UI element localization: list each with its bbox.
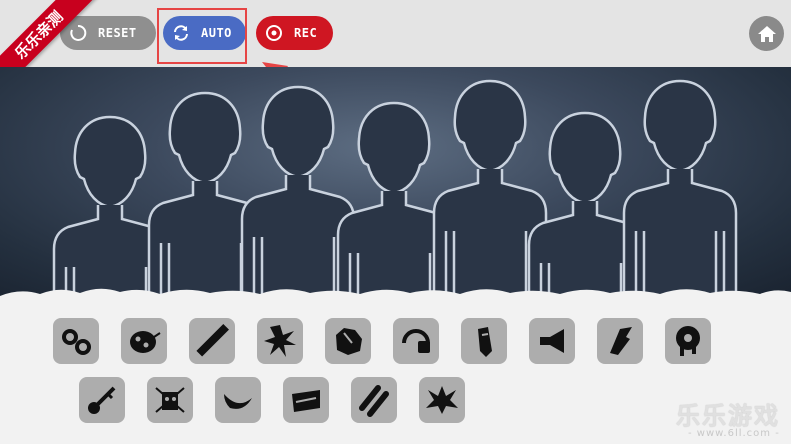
sound-pad-8[interactable]: [529, 318, 575, 364]
rock-icon: [336, 328, 362, 355]
eye-drip-icon: [676, 326, 700, 356]
snow-edge: [0, 288, 791, 302]
sound-pad-14[interactable]: [283, 377, 329, 423]
tape-icon: [292, 390, 320, 412]
sound-pad-3[interactable]: [189, 318, 235, 364]
watermark-logo: 乐乐游戏: [676, 402, 780, 430]
sound-pad-2[interactable]: [121, 318, 167, 364]
sound-pad-12[interactable]: [147, 377, 193, 423]
watermark-url: - www.6ll.com -: [688, 428, 780, 439]
home-button[interactable]: [749, 16, 784, 51]
baton-icon: [196, 324, 229, 357]
glitch-icon: [610, 327, 632, 355]
pen-icon: [478, 327, 492, 357]
ladybug-icon: [130, 331, 161, 353]
leaf-icon: [224, 394, 252, 409]
goggles-icon: [62, 329, 91, 355]
sound-pad-13[interactable]: [215, 377, 261, 423]
sound-pad-11[interactable]: [79, 377, 125, 423]
sound-pad-4[interactable]: [257, 318, 303, 364]
sound-pad-9[interactable]: [597, 318, 643, 364]
sound-pad-6[interactable]: [393, 318, 439, 364]
key-icon: [88, 386, 116, 414]
spiky-icon: [426, 386, 458, 414]
headphone-icon: [402, 329, 430, 353]
sound-pad-15[interactable]: [351, 377, 397, 423]
sound-pad-5[interactable]: [325, 318, 371, 364]
splash-icon: [264, 325, 296, 357]
sound-pad-10[interactable]: [665, 318, 711, 364]
double-stripe-icon: [359, 385, 389, 417]
sound-pad-7[interactable]: [461, 318, 507, 364]
sound-pad-16[interactable]: [419, 377, 465, 423]
sound-pad-1[interactable]: [53, 318, 99, 364]
home-icon: [757, 25, 776, 42]
character-stage: [0, 67, 791, 297]
character-silhouette: [622, 79, 738, 297]
horn-icon: [540, 329, 564, 353]
robot-icon: [155, 387, 185, 413]
